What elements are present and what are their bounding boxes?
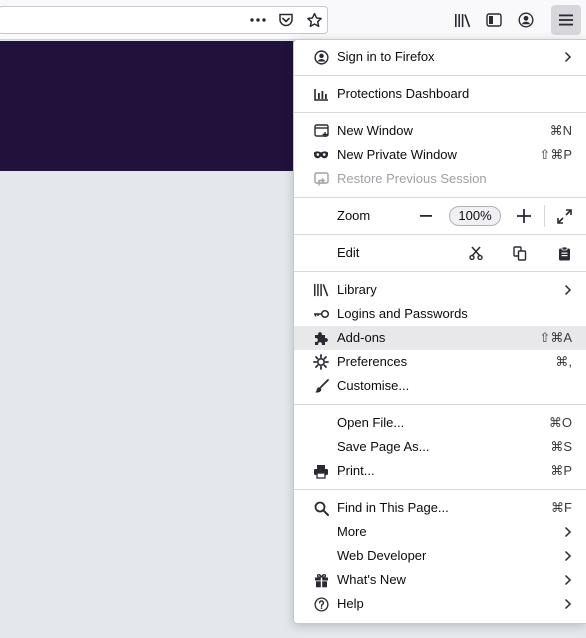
browser-toolbar — [0, 0, 586, 40]
menu-shortcut: ⇧⌘A — [539, 330, 572, 345]
menu-label: Zoom — [337, 208, 371, 223]
menu-separator — [294, 75, 586, 76]
menu-item-logins[interactable]: Logins and Passwords — [294, 302, 586, 326]
more-dots-icon[interactable] — [247, 0, 269, 40]
zoom-reset-button[interactable]: 100% — [449, 206, 501, 226]
menu-label: Web Developer — [337, 548, 427, 563]
menu-separator — [294, 112, 586, 113]
sidebar-icon[interactable] — [483, 0, 505, 40]
menu-item-zoom: Zoom 100% — [294, 204, 586, 228]
library-icon[interactable] — [451, 0, 473, 40]
menu-shortcut: ⌘O — [548, 415, 572, 430]
menu-item-whats-new[interactable]: What's New — [294, 568, 586, 592]
menu-label: Library — [337, 282, 377, 297]
menu-label: Sign in to Firefox — [337, 49, 435, 64]
help-question-icon — [312, 595, 330, 613]
menu-item-preferences[interactable]: Preferences ⌘, — [294, 350, 586, 374]
menu-shortcut: ⌘N — [549, 123, 572, 138]
menu-label: Restore Previous Session — [337, 171, 487, 186]
menu-item-save-page[interactable]: Save Page As... ⌘S — [294, 435, 586, 459]
menu-item-customise[interactable]: Customise... — [294, 374, 586, 398]
pocket-icon[interactable] — [275, 0, 297, 40]
menu-separator — [294, 489, 586, 490]
chevron-right-icon — [564, 526, 572, 541]
menu-label: Help — [337, 596, 364, 611]
key-icon — [312, 305, 330, 323]
menu-item-print[interactable]: Print... ⌘P — [294, 459, 586, 483]
library-icon — [312, 281, 330, 299]
new-window-icon — [312, 122, 330, 140]
cut-scissors-icon[interactable] — [465, 243, 487, 263]
menu-separator — [294, 271, 586, 272]
menu-label: Open File... — [337, 415, 405, 430]
menu-label: What's New — [337, 572, 406, 587]
fullscreen-icon[interactable] — [553, 206, 575, 226]
menu-label: Preferences — [337, 354, 408, 369]
menu-label: Protections Dashboard — [337, 86, 470, 101]
menu-shortcut: ⌘P — [550, 463, 572, 478]
menu-shortcut: ⇧⌘P — [539, 147, 572, 162]
menu-label: Edit — [337, 245, 360, 260]
chevron-right-icon — [564, 51, 572, 66]
menu-item-protections[interactable]: Protections Dashboard — [294, 82, 586, 106]
chevron-right-icon — [564, 550, 572, 565]
menu-label: New Private Window — [337, 147, 457, 162]
menu-separator — [294, 234, 586, 235]
zoom-out-button[interactable] — [415, 206, 437, 226]
menu-shortcut: ⌘F — [551, 500, 572, 515]
menu-item-sign-in[interactable]: Sign in to Firefox — [294, 45, 586, 69]
menu-label: More — [337, 524, 367, 539]
paste-clipboard-icon[interactable] — [553, 243, 575, 263]
menu-separator — [294, 197, 586, 198]
menu-item-edit: Edit — [294, 241, 586, 265]
puzzle-piece-icon — [312, 329, 330, 347]
menu-item-addons[interactable]: Add-ons ⇧⌘A — [294, 326, 586, 350]
account-icon — [312, 48, 330, 66]
chevron-right-icon — [564, 284, 572, 299]
hamburger-menu-icon[interactable] — [555, 0, 577, 40]
search-icon — [312, 499, 330, 517]
menu-shortcut: ⌘, — [555, 354, 572, 369]
restore-session-icon — [312, 170, 330, 188]
menu-item-new-window[interactable]: New Window ⌘N — [294, 119, 586, 143]
zoom-divider — [544, 205, 545, 227]
menu-item-find[interactable]: Find in This Page... ⌘F — [294, 496, 586, 520]
gear-icon — [312, 353, 330, 371]
account-icon[interactable] — [515, 0, 537, 40]
menu-label: Customise... — [337, 378, 410, 393]
zoom-in-button[interactable] — [513, 206, 535, 226]
menu-item-web-developer[interactable]: Web Developer — [294, 544, 586, 568]
menu-item-restore-session: Restore Previous Session — [294, 167, 586, 191]
protections-chart-icon — [312, 85, 330, 103]
menu-item-help[interactable]: Help — [294, 592, 586, 616]
menu-label: New Window — [337, 123, 413, 138]
menu-label: Find in This Page... — [337, 500, 449, 515]
chevron-right-icon — [564, 598, 572, 613]
chevron-right-icon — [564, 574, 572, 589]
menu-separator — [294, 404, 586, 405]
gift-icon — [312, 571, 330, 589]
menu-item-library[interactable]: Library — [294, 278, 586, 302]
copy-icon[interactable] — [509, 243, 531, 263]
bookmark-star-icon[interactable] — [303, 0, 325, 40]
menu-item-open-file[interactable]: Open File... ⌘O — [294, 411, 586, 435]
menu-item-more[interactable]: More — [294, 520, 586, 544]
private-mask-icon — [312, 146, 330, 164]
menu-label: Add-ons — [337, 330, 386, 345]
menu-label: Print... — [337, 463, 375, 478]
app-menu-panel: Sign in to Firefox Protections Dashboard… — [293, 39, 586, 624]
menu-shortcut: ⌘S — [550, 439, 572, 454]
printer-icon — [312, 462, 330, 480]
menu-item-new-private-window[interactable]: New Private Window ⇧⌘P — [294, 143, 586, 167]
menu-label: Save Page As... — [337, 439, 430, 454]
paintbrush-icon — [312, 377, 330, 395]
menu-label: Logins and Passwords — [337, 306, 468, 321]
